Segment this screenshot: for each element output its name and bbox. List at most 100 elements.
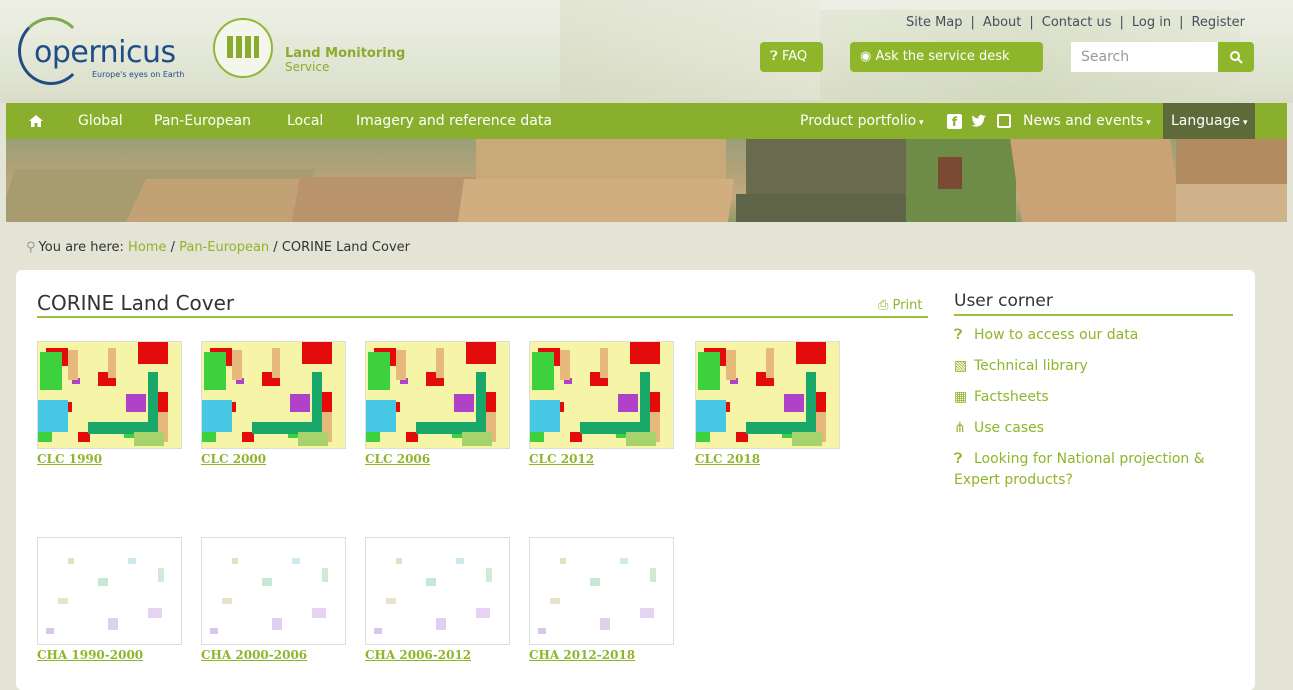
land-cover-patch [530,400,560,432]
breadcrumb-home-link[interactable]: Home [128,240,166,255]
clc-2012-thumbnail[interactable] [529,341,674,449]
nav-item-pan-european[interactable]: Pan-European [154,103,251,139]
nav-item-global[interactable]: Global [78,103,123,139]
title-underline [37,316,928,318]
clc-1990-link[interactable]: CLC 1990 [37,452,102,466]
register-link[interactable]: Register [1191,15,1245,30]
print-button[interactable]: ⎙ Print [878,298,922,313]
caret-down-icon: ▾ [1143,118,1151,128]
land-cover-patch [312,372,322,432]
user-corner-underline [954,314,1233,316]
copernicus-logo[interactable]: opernicus Europe's eyes on Earth [14,15,199,85]
news-events-label: News and events [1023,113,1144,129]
user-corner-label: How to access our data [974,327,1139,343]
copernicus-tagline: Europe's eyes on Earth [92,70,185,79]
land-cover-patch [806,372,816,432]
faq-label: FAQ [781,49,808,64]
service-desk-label: Ask the service desk [875,49,1010,64]
land-cover-patch [134,432,164,446]
question-circle-icon: ❓︎ [954,451,963,467]
land-cover-patch [322,568,328,582]
about-link[interactable]: About [983,15,1021,30]
land-cover-patch [366,400,396,432]
newsletter-link[interactable] [997,103,1011,139]
search-button[interactable] [1218,42,1254,72]
land-cover-patch [292,558,300,564]
land-cover-patch [600,618,610,630]
cha-2012-2018-link[interactable]: CHA 2012-2018 [529,648,635,662]
cha-2006-2012-link[interactable]: CHA 2006-2012 [365,648,471,662]
nav-item-imagery[interactable]: Imagery and reference data [356,103,552,139]
clc-2018-thumbnail[interactable] [695,341,840,449]
cha-2006-2012-thumbnail[interactable] [365,537,510,645]
user-corner-item-use-cases[interactable]: ⋔ Use cases [954,418,1244,439]
twitter-link[interactable] [971,103,987,139]
land-cover-patch [630,342,660,364]
faq-button[interactable]: ❓︎ FAQ [760,42,823,72]
facebook-link[interactable]: f [947,103,962,139]
breadcrumb: ⚲ You are here: Home / Pan-European / COR… [26,240,410,255]
product-portfolio-label: Product portfolio [800,113,917,129]
land-cover-patch [108,348,116,378]
user-corner-item-access-data[interactable]: ❓︎ How to access our data [954,325,1244,346]
clc-2006-link[interactable]: CLC 2006 [365,452,430,466]
user-corner-label: Factsheets [974,389,1049,405]
map-marker-icon: ⚲ [26,240,36,255]
clc-2018-link[interactable]: CLC 2018 [695,452,760,466]
cha-1990-2000-link[interactable]: CHA 1990-2000 [37,648,143,662]
land-cover-patch [640,372,650,432]
site-map-link[interactable]: Site Map [906,15,963,30]
log-in-link[interactable]: Log in [1132,15,1171,30]
nav-item-product-portfolio[interactable]: Product portfolio ▾ [800,103,924,139]
land-cover-patch [302,342,332,364]
user-corner-item-factsheets[interactable]: ▦ Factsheets [954,387,1244,408]
clc-2012-link[interactable]: CLC 2012 [529,452,594,466]
land-cover-patch [232,350,242,380]
print-label: Print [892,298,923,313]
land-cover-patch [550,598,560,604]
nav-item-local[interactable]: Local [287,103,323,139]
breadcrumb-current: CORINE Land Cover [281,240,410,255]
land-monitoring-logo[interactable]: Land Monitoring Service [213,18,413,78]
user-corner-label: Use cases [974,420,1045,436]
land-cover-patch [538,628,546,634]
land-cover-patch [650,568,656,582]
site-header: opernicus Europe's eyes on Earth Land Mo… [0,0,1293,103]
land-cover-patch [396,558,402,564]
top-links: Site Map | About | Contact us | Log in | Registe… [906,15,1245,30]
clc-1990-thumbnail[interactable] [37,341,182,449]
search-input[interactable]: Search [1071,42,1218,72]
land-cover-patch [126,394,146,412]
land-cover-patch [272,618,282,630]
land-cover-patch [396,350,406,380]
user-corner-title: User corner [954,291,1053,311]
facebook-icon: f [947,113,962,129]
breadcrumb-pan-european-link[interactable]: Pan-European [179,240,269,255]
land-cover-patch [58,598,68,604]
land-monitoring-badge-icon [213,18,273,78]
book-icon: ▧ [954,358,968,374]
land-cover-patch [560,350,570,380]
land-cover-patch [204,352,226,390]
service-name-line2: Service [285,60,330,74]
land-cover-patch [108,618,118,630]
user-corner-item-technical-library[interactable]: ▧ Technical library [954,356,1244,377]
cha-2000-2006-thumbnail[interactable] [201,537,346,645]
cha-2000-2006-link[interactable]: CHA 2000-2006 [201,648,307,662]
contact-us-link[interactable]: Contact us [1042,15,1112,30]
cha-1990-2000-thumbnail[interactable] [37,537,182,645]
clc-2000-thumbnail[interactable] [201,341,346,449]
land-cover-patch [38,400,68,432]
clc-2006-thumbnail[interactable] [365,341,510,449]
language-selector[interactable]: Language ▾ [1163,103,1256,139]
cha-2012-2018-thumbnail[interactable] [529,537,674,645]
user-circle-icon: ◉ [860,49,872,64]
service-desk-button[interactable]: ◉ Ask the service desk [850,42,1043,72]
land-cover-patch [726,350,736,380]
clc-2000-link[interactable]: CLC 2000 [201,452,266,466]
nav-item-news-events[interactable]: News and events ▾ [1023,103,1151,139]
home-nav-button[interactable] [28,103,44,139]
land-cover-patch [40,352,62,390]
newsletter-icon [997,114,1011,128]
user-corner-item-national-projection[interactable]: ❓︎ Looking for National projection & Expe… [954,449,1244,491]
